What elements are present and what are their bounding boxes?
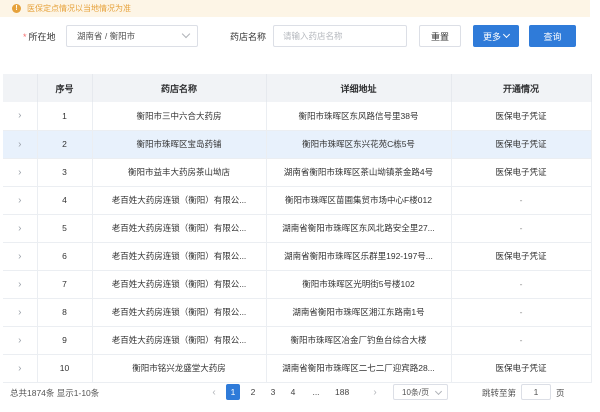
chevron-down-icon — [434, 387, 443, 396]
table-header-row: 序号 药店名称 详细地址 开通情况 — [3, 74, 592, 102]
cell-index: 10 — [37, 354, 93, 383]
cell-address: 衡阳市珠晖区东风路信号里38号 — [266, 102, 452, 131]
cell-address: 湖南省衡阳市珠晖区东风北路安全里27... — [266, 214, 452, 243]
table-row[interactable]: › 4 老百姓大药房连锁（衡阳）有限公... 衡阳市珠晖区苗圃集贸市场中心F楼0… — [3, 186, 592, 215]
cell-status: - — [451, 326, 592, 355]
reset-button[interactable]: 重置 — [419, 25, 461, 47]
more-button[interactable]: 更多 — [473, 25, 519, 47]
jump-label: 跳转至第 — [482, 388, 517, 398]
cell-status: 医保电子凭证 — [451, 242, 592, 271]
expand-chevron-icon[interactable]: › — [3, 242, 38, 271]
cell-index: 3 — [37, 158, 93, 187]
page-1-button[interactable]: 1 — [226, 384, 240, 400]
prev-page-button[interactable]: ‹ — [207, 384, 221, 400]
notice-bar: ! 医保定点情况以当地情况为准 — [0, 0, 590, 17]
col-expand — [3, 74, 38, 102]
cell-status: - — [451, 298, 592, 327]
location-value: 湖南省 / 衡阳市 — [77, 31, 136, 41]
table-row[interactable]: › 7 老百姓大药房连锁（衡阳）有限公... 衡阳市珠晖区光明街5号楼102 - — [3, 270, 592, 299]
table-row[interactable]: › 10 衡阳市铭兴龙盛堂大药房 湖南省衡阳市珠晖区二七二厂迎宾路28... 医… — [3, 354, 592, 383]
table-row[interactable]: › 6 老百姓大药房连锁（衡阳）有限公... 湖南省衡阳市珠晖区乐群里192-1… — [3, 242, 592, 271]
cell-address: 湖南省衡阳市珠晖区乐群里192-197号... — [266, 242, 452, 271]
cell-status: - — [451, 186, 592, 215]
expand-chevron-icon[interactable]: › — [3, 130, 38, 159]
cell-index: 4 — [37, 186, 93, 215]
col-address: 详细地址 — [266, 74, 452, 102]
cell-pharmacy-name: 衡阳市益丰大药房茶山坳店 — [92, 158, 267, 187]
next-page-button[interactable]: › — [368, 384, 382, 400]
location-select[interactable]: 湖南省 / 衡阳市 — [66, 25, 198, 47]
cell-pharmacy-name: 衡阳市铭兴龙盛堂大药房 — [92, 354, 267, 383]
cell-address: 衡阳市珠晖区苗圃集贸市场中心F楼012 — [266, 186, 452, 215]
cell-index: 9 — [37, 326, 93, 355]
pharmacy-name-input[interactable]: 请输入药店名称 — [273, 25, 407, 47]
expand-chevron-icon[interactable]: › — [3, 186, 38, 215]
cell-index: 6 — [37, 242, 93, 271]
table-row[interactable]: › 5 老百姓大药房连锁（衡阳）有限公... 湖南省衡阳市珠晖区东风北路安全里2… — [3, 214, 592, 243]
cell-status: 医保电子凭证 — [451, 130, 592, 159]
chevron-down-icon — [181, 29, 191, 39]
expand-chevron-icon[interactable]: › — [3, 354, 38, 383]
cell-status: - — [451, 214, 592, 243]
cell-index: 7 — [37, 270, 93, 299]
page-2-button[interactable]: 2 — [246, 384, 260, 400]
cell-address: 衡阳市珠晖区东兴花苑C栋5号 — [266, 130, 452, 159]
notice-text: 医保定点情况以当地情况为准 — [27, 4, 131, 13]
pharmacy-label: 药店名称 — [230, 32, 267, 42]
jump-suffix: 页 — [556, 388, 565, 398]
cell-pharmacy-name: 老百姓大药房连锁（衡阳）有限公... — [92, 242, 267, 271]
cell-status: 医保电子凭证 — [451, 102, 592, 131]
cell-address: 衡阳市珠晖区冶金厂钓鱼台综合大楼 — [266, 326, 452, 355]
expand-chevron-icon[interactable]: › — [3, 326, 38, 355]
table-row[interactable]: › 9 老百姓大药房连锁（衡阳）有限公... 衡阳市珠晖区冶金厂钓鱼台综合大楼 … — [3, 326, 592, 355]
jump-page-input[interactable]: 1 — [521, 384, 551, 400]
warning-icon: ! — [12, 4, 21, 13]
table-row[interactable]: › 3 衡阳市益丰大药房茶山坳店 湖南省衡阳市珠晖区茶山坳镇茶金路4号 医保电子… — [3, 158, 592, 187]
pagination: 总共1874条 显示1-10条 ‹ 1 2 3 4 ... 188 › 10条/… — [0, 384, 600, 402]
expand-chevron-icon[interactable]: › — [3, 158, 38, 187]
pharmacy-placeholder: 请输入药店名称 — [283, 31, 343, 41]
page-ellipsis[interactable]: ... — [309, 384, 323, 400]
col-index: 序号 — [37, 74, 93, 102]
table-row[interactable]: › 1 衡阳市三中六合大药房 衡阳市珠晖区东风路信号里38号 医保电子凭证 — [3, 102, 592, 131]
cell-pharmacy-name: 衡阳市三中六合大药房 — [92, 102, 267, 131]
cell-pharmacy-name: 老百姓大药房连锁（衡阳）有限公... — [92, 270, 267, 299]
cell-pharmacy-name: 老百姓大药房连锁（衡阳）有限公... — [92, 186, 267, 215]
cell-index: 5 — [37, 214, 93, 243]
expand-chevron-icon[interactable]: › — [3, 298, 38, 327]
total-count-text: 总共1874条 显示1-10条 — [10, 388, 100, 398]
page-4-button[interactable]: 4 — [286, 384, 300, 400]
search-button[interactable]: 查询 — [529, 25, 576, 47]
location-label: * 所在地 — [23, 32, 56, 42]
page-3-button[interactable]: 3 — [266, 384, 280, 400]
cell-index: 2 — [37, 130, 93, 159]
cell-pharmacy-name: 老百姓大药房连锁（衡阳）有限公... — [92, 326, 267, 355]
expand-chevron-icon[interactable]: › — [3, 270, 38, 299]
filter-bar: * 所在地 湖南省 / 衡阳市 药店名称 请输入药店名称 重置 更多 查询 — [0, 24, 600, 50]
cell-pharmacy-name: 衡阳市珠晖区宝岛药铺 — [92, 130, 267, 159]
cell-status: 医保电子凭证 — [451, 354, 592, 383]
table-row[interactable]: › 8 老百姓大药房连锁（衡阳）有限公... 湖南省衡阳市珠晖区湘江东路南1号 … — [3, 298, 592, 327]
expand-chevron-icon[interactable]: › — [3, 214, 38, 243]
cell-index: 1 — [37, 102, 93, 131]
page-size-value: 10条/页 — [402, 387, 430, 397]
page-size-select[interactable]: 10条/页 — [393, 384, 448, 400]
last-page-button[interactable]: 188 — [335, 384, 349, 400]
cell-address: 湖南省衡阳市珠晖区茶山坳镇茶金路4号 — [266, 158, 452, 187]
cell-status: - — [451, 270, 592, 299]
cell-address: 湖南省衡阳市珠晖区湘江东路南1号 — [266, 298, 452, 327]
col-status: 开通情况 — [451, 74, 592, 102]
pharmacy-table: 序号 药店名称 详细地址 开通情况 › 1 衡阳市三中六合大药房 衡阳市珠晖区东… — [3, 74, 592, 383]
cell-pharmacy-name: 老百姓大药房连锁（衡阳）有限公... — [92, 214, 267, 243]
table-row[interactable]: › 2 衡阳市珠晖区宝岛药铺 衡阳市珠晖区东兴花苑C栋5号 医保电子凭证 — [3, 130, 592, 159]
cell-pharmacy-name: 老百姓大药房连锁（衡阳）有限公... — [92, 298, 267, 327]
cell-index: 8 — [37, 298, 93, 327]
col-pharmacy-name: 药店名称 — [92, 74, 267, 102]
cell-address: 湖南省衡阳市珠晖区二七二厂迎宾路28... — [266, 354, 452, 383]
cell-address: 衡阳市珠晖区光明街5号楼102 — [266, 270, 452, 299]
cell-status: 医保电子凭证 — [451, 158, 592, 187]
chevron-down-icon — [502, 30, 511, 39]
expand-chevron-icon[interactable]: › — [3, 102, 38, 131]
